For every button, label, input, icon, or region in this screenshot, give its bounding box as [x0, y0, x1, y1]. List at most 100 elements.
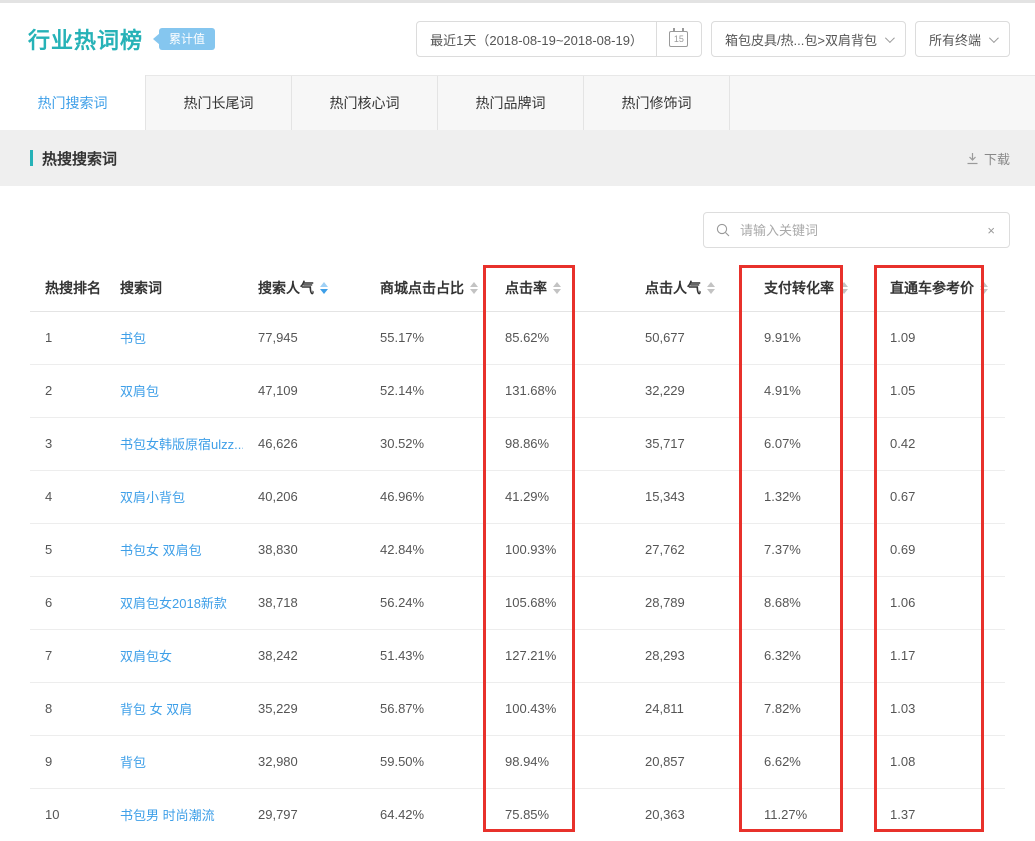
keyword-link[interactable]: 书包女 双肩包	[120, 543, 202, 558]
cell-click-popularity: 24,811	[630, 682, 749, 735]
section-title: 热搜搜索词	[42, 148, 117, 169]
cell-pay-conversion: 11.27%	[749, 788, 875, 841]
keyword-link[interactable]: 书包	[120, 331, 146, 346]
title-wrap: 行业热词榜 累计值	[28, 23, 215, 55]
cell-click-popularity: 20,857	[630, 735, 749, 788]
sort-asc-arrow	[470, 282, 478, 287]
sort-desc-arrow	[980, 289, 988, 294]
download-button[interactable]: 下载	[966, 149, 1010, 168]
sort-asc-arrow	[320, 282, 328, 287]
cell-search-popularity: 47,109	[243, 364, 365, 417]
cell-pay-conversion: 6.07%	[749, 417, 875, 470]
cell-click-rate: 75.85%	[490, 788, 630, 841]
cell-click-rate: 41.29%	[490, 470, 630, 523]
tabs-filler	[730, 76, 1035, 130]
cell-rank: 8	[30, 682, 105, 735]
tab-1[interactable]: 热门搜索词	[0, 75, 146, 130]
sort-icon[interactable]	[553, 282, 561, 294]
cell-keyword: 书包	[105, 311, 243, 364]
col-header-label: 商城点击占比	[380, 280, 464, 296]
cell-ztc-price: 1.17	[875, 629, 1005, 682]
col-header-2: 搜索词	[105, 265, 243, 311]
cell-click-popularity: 28,293	[630, 629, 749, 682]
search-input[interactable]	[738, 222, 985, 239]
tab-5[interactable]: 热门修饰词	[584, 76, 730, 130]
cell-search-popularity: 38,830	[243, 523, 365, 576]
cell-click-popularity: 50,677	[630, 311, 749, 364]
category-select-label: 箱包皮具/热...包>双肩背包	[725, 30, 877, 49]
page-header: 行业热词榜 累计值 最近1天（2018-08-19~2018-08-19） 15…	[0, 3, 1035, 75]
cell-search-popularity: 46,626	[243, 417, 365, 470]
cell-ztc-price: 0.42	[875, 417, 1005, 470]
cell-mall-click-share: 51.43%	[365, 629, 490, 682]
cell-ztc-price: 0.69	[875, 523, 1005, 576]
cell-pay-conversion: 7.37%	[749, 523, 875, 576]
cell-pay-conversion: 4.91%	[749, 364, 875, 417]
accent-bar	[30, 150, 33, 166]
sort-icon[interactable]	[707, 282, 715, 294]
tab-4[interactable]: 热门品牌词	[438, 76, 584, 130]
sort-icon[interactable]	[470, 282, 478, 294]
col-header-4[interactable]: 商城点击占比	[365, 265, 490, 311]
table-header-row: 热搜排名搜索词搜索人气商城点击占比 点击率点击人气 支付转化率直通车参考价	[30, 265, 1005, 311]
cell-search-popularity: 29,797	[243, 788, 365, 841]
col-header-3[interactable]: 搜索人气	[243, 265, 365, 311]
col-header-label: 点击人气	[645, 280, 701, 296]
cell-mall-click-share: 59.50%	[365, 735, 490, 788]
keyword-link[interactable]: 背包 女 双肩	[120, 702, 192, 717]
category-select[interactable]: 箱包皮具/热...包>双肩背包	[711, 21, 906, 57]
col-header-8[interactable]: 直通车参考价	[875, 265, 1005, 311]
calendar-button[interactable]: 15	[657, 31, 701, 47]
terminal-select[interactable]: 所有终端	[915, 21, 1010, 57]
cell-search-popularity: 32,980	[243, 735, 365, 788]
col-header-5[interactable]: 点击率	[490, 265, 630, 311]
cell-rank: 1	[30, 311, 105, 364]
cell-ztc-price: 1.09	[875, 311, 1005, 364]
tab-3[interactable]: 热门核心词	[292, 76, 438, 130]
table-row: 6双肩包女2018新款38,71856.24%105.68%28,7898.68…	[30, 576, 1005, 629]
terminal-select-label: 所有终端	[929, 30, 981, 49]
tab-2[interactable]: 热门长尾词	[146, 76, 292, 130]
col-header-6[interactable]: 点击人气	[630, 265, 749, 311]
keyword-link[interactable]: 双肩包女2018新款	[120, 596, 227, 611]
cell-pay-conversion: 8.68%	[749, 576, 875, 629]
table-row: 10书包男 时尚潮流29,79764.42%75.85%20,36311.27%…	[30, 788, 1005, 841]
table-row: 1书包77,94555.17%85.62%50,6779.91%1.09	[30, 311, 1005, 364]
cell-click-rate: 100.93%	[490, 523, 630, 576]
hot-words-table: 热搜排名搜索词搜索人气商城点击占比 点击率点击人气 支付转化率直通车参考价 1 书包 7…	[30, 265, 1005, 841]
cell-mall-click-share: 56.24%	[365, 576, 490, 629]
cell-rank: 5	[30, 523, 105, 576]
clear-search-icon[interactable]: ×	[985, 223, 997, 238]
table-row: 9背包32,98059.50%98.94%20,8576.62%1.08	[30, 735, 1005, 788]
sort-desc-arrow	[553, 289, 561, 294]
date-range-picker[interactable]: 最近1天（2018-08-19~2018-08-19） 15	[416, 21, 702, 57]
cell-click-popularity: 15,343	[630, 470, 749, 523]
cell-ztc-price: 1.03	[875, 682, 1005, 735]
cell-ztc-price: 1.37	[875, 788, 1005, 841]
sort-icon[interactable]	[840, 282, 848, 294]
keyword-link[interactable]: 双肩小背包	[120, 490, 185, 505]
cell-rank: 4	[30, 470, 105, 523]
keyword-link[interactable]: 书包女韩版原宿ulzz...	[120, 437, 243, 452]
col-header-7[interactable]: 支付转化率	[749, 265, 875, 311]
cell-mall-click-share: 52.14%	[365, 364, 490, 417]
sort-icon[interactable]	[320, 282, 328, 294]
keyword-link[interactable]: 背包	[120, 755, 146, 770]
cell-pay-conversion: 7.82%	[749, 682, 875, 735]
cell-search-popularity: 40,206	[243, 470, 365, 523]
sort-icon[interactable]	[980, 282, 988, 294]
cell-rank: 10	[30, 788, 105, 841]
table-row: 8背包 女 双肩35,22956.87%100.43%24,8117.82%1.…	[30, 682, 1005, 735]
keyword-link[interactable]: 双肩包女	[120, 649, 172, 664]
cell-rank: 6	[30, 576, 105, 629]
col-header-1: 热搜排名	[30, 265, 105, 311]
col-header-label: 直通车参考价	[890, 280, 974, 296]
date-range-label: 最近1天（2018-08-19~2018-08-19）	[417, 30, 656, 49]
cell-pay-conversion: 1.32%	[749, 470, 875, 523]
keyword-link[interactable]: 双肩包	[120, 384, 159, 399]
page-title: 行业热词榜	[28, 23, 143, 55]
cell-ztc-price: 1.05	[875, 364, 1005, 417]
cell-keyword: 书包男 时尚潮流	[105, 788, 243, 841]
keyword-link[interactable]: 书包男 时尚潮流	[120, 808, 215, 823]
cell-click-rate: 85.62%	[490, 311, 630, 364]
